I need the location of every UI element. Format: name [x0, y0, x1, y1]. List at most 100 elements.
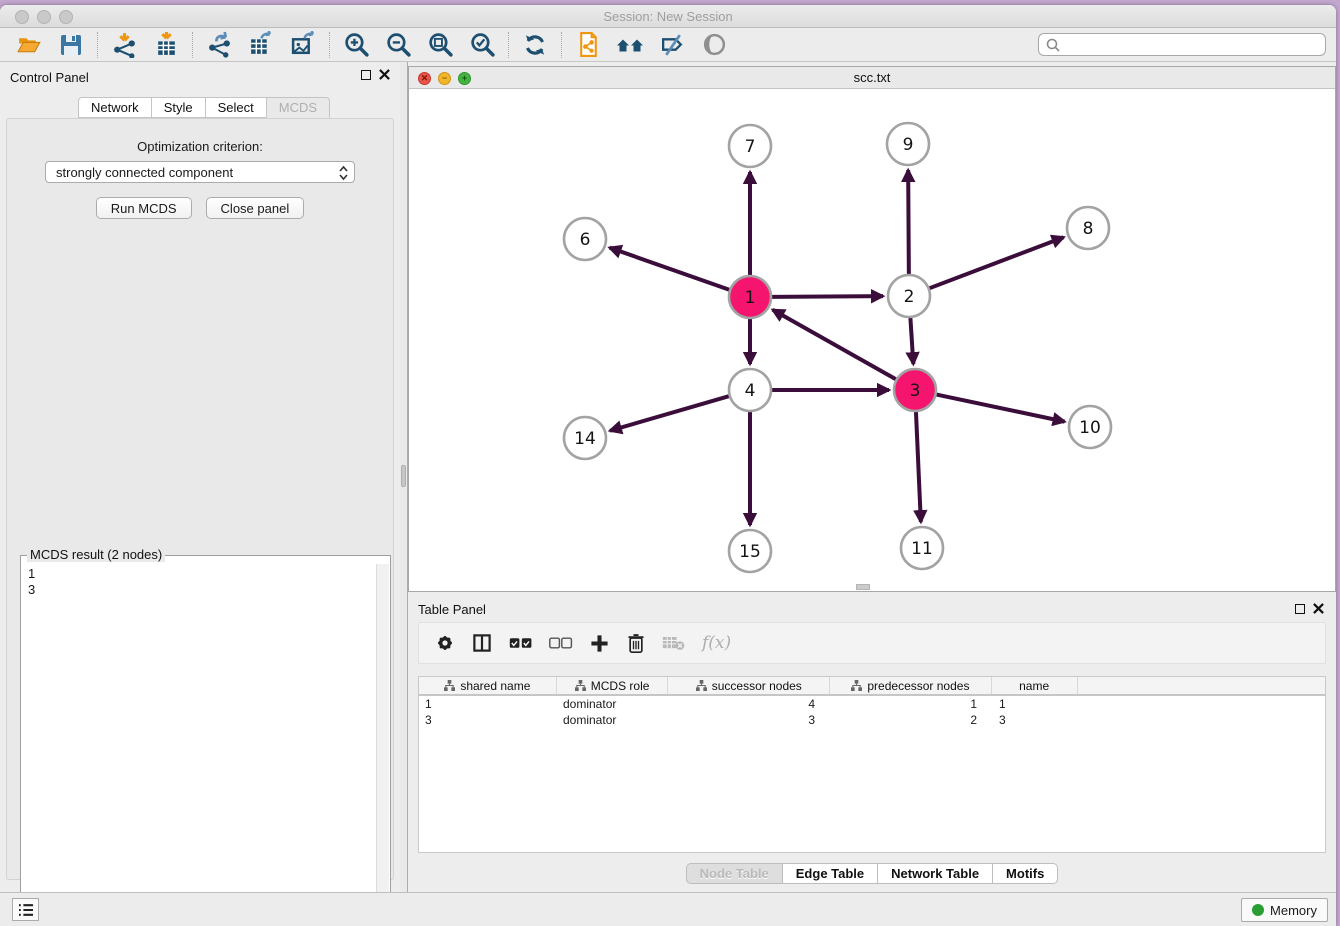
- table-row[interactable]: 3dominator323: [419, 712, 1325, 728]
- network-view-window: ✕ − + scc.txt 7968124314101511: [408, 66, 1336, 592]
- mcds-result-list[interactable]: 13: [22, 564, 376, 925]
- table-cell[interactable]: 3: [993, 712, 1079, 728]
- table-panel-title: Table Panel: [418, 602, 486, 617]
- close-panel-icon[interactable]: [379, 69, 390, 80]
- tab-node-table[interactable]: Node Table: [686, 863, 782, 884]
- column-label: successor nodes: [712, 679, 802, 693]
- tab-network[interactable]: Network: [78, 97, 151, 118]
- zoom-in-button[interactable]: [335, 30, 377, 60]
- new-network-from-selection-button[interactable]: [567, 30, 609, 60]
- divider-handle[interactable]: [401, 465, 406, 487]
- edge-3-11[interactable]: [916, 412, 921, 522]
- panel-divider[interactable]: [400, 62, 408, 892]
- run-mcds-button[interactable]: Run MCDS: [96, 197, 192, 219]
- table-cell[interactable]: 1: [831, 696, 993, 712]
- node-4[interactable]: 4: [729, 369, 771, 411]
- network-resize-handle[interactable]: [856, 584, 870, 590]
- import-table-button[interactable]: [145, 30, 187, 60]
- edge-1-6[interactable]: [610, 248, 730, 290]
- close-table-panel-icon[interactable]: [1313, 603, 1324, 614]
- node-1[interactable]: 1: [729, 276, 771, 318]
- optimization-criterion-select[interactable]: strongly connected component: [45, 161, 355, 183]
- function-builder-button[interactable]: f(x): [702, 633, 731, 653]
- refresh-button[interactable]: [514, 30, 556, 60]
- table-cell[interactable]: 2: [831, 712, 993, 728]
- delete-table-button[interactable]: [662, 634, 686, 652]
- column-header-successor-nodes[interactable]: successor nodes: [668, 677, 830, 694]
- open-session-button[interactable]: [8, 30, 50, 60]
- edge-1-2[interactable]: [772, 296, 883, 297]
- search-input[interactable]: [1061, 34, 1325, 55]
- toggle-view-button[interactable]: [693, 30, 735, 60]
- edge-2-9[interactable]: [908, 170, 909, 274]
- column-header-name[interactable]: name: [992, 677, 1078, 694]
- tab-select[interactable]: Select: [205, 97, 266, 118]
- tab-network-table[interactable]: Network Table: [877, 863, 992, 884]
- export-network-button[interactable]: [198, 30, 240, 60]
- import-network-icon: [111, 31, 138, 58]
- search-box[interactable]: [1038, 33, 1326, 56]
- hide-labels-button[interactable]: [651, 30, 693, 60]
- list-icon: [18, 903, 34, 917]
- export-table-button[interactable]: [240, 30, 282, 60]
- node-table[interactable]: shared nameMCDS role successor nodes prede…: [418, 676, 1326, 853]
- node-6[interactable]: 6: [564, 218, 606, 260]
- toolbar-separator: [508, 32, 509, 58]
- create-column-button[interactable]: [589, 633, 610, 654]
- table-cell[interactable]: 3: [419, 712, 557, 728]
- tab-edge-table[interactable]: Edge Table: [782, 863, 877, 884]
- node-14[interactable]: 14: [564, 417, 606, 459]
- table-settings-button[interactable]: [435, 633, 455, 653]
- edge-2-3[interactable]: [910, 318, 913, 364]
- zoom-selected-button[interactable]: [461, 30, 503, 60]
- edge-3-10[interactable]: [937, 395, 1065, 422]
- table-cell[interactable]: dominator: [557, 712, 669, 728]
- node-8[interactable]: 8: [1067, 207, 1109, 249]
- deselect-all-columns-button[interactable]: [549, 635, 573, 651]
- export-image-icon: [290, 31, 317, 58]
- close-panel-button[interactable]: Close panel: [206, 197, 305, 219]
- show-columns-button[interactable]: [471, 632, 493, 654]
- column-label: predecessor nodes: [867, 679, 969, 693]
- select-all-columns-button[interactable]: [509, 635, 533, 651]
- column-header-predecessor-nodes[interactable]: predecessor nodes: [830, 677, 992, 694]
- save-session-button[interactable]: [50, 30, 92, 60]
- column-header-shared-name[interactable]: shared name: [419, 677, 557, 694]
- float-panel-icon[interactable]: [361, 70, 371, 80]
- zoom-fit-button[interactable]: [419, 30, 461, 60]
- network-canvas[interactable]: 7 9 6 8 1 2 4 3 14 10 15 11: [409, 89, 1335, 591]
- node-9[interactable]: 9: [887, 123, 929, 165]
- node-7[interactable]: 7: [729, 125, 771, 167]
- edge-2-8[interactable]: [930, 237, 1064, 288]
- zoom-selected-icon: [469, 31, 496, 58]
- node-15[interactable]: 15: [729, 530, 771, 572]
- table-cell[interactable]: 1: [419, 696, 557, 712]
- memory-button[interactable]: Memory: [1241, 898, 1328, 922]
- column-header-MCDS-role[interactable]: MCDS role: [557, 677, 669, 694]
- table-cell[interactable]: 4: [669, 696, 831, 712]
- tab-motifs[interactable]: Motifs: [992, 863, 1058, 884]
- edge-4-14[interactable]: [610, 396, 729, 431]
- table-panel: Table Panel: [408, 596, 1336, 892]
- table-cell[interactable]: dominator: [557, 696, 669, 712]
- edge-3-1[interactable]: [773, 310, 896, 379]
- table-cell[interactable]: 1: [993, 696, 1079, 712]
- node-3[interactable]: 3: [894, 369, 936, 411]
- table-row[interactable]: 1dominator411: [419, 696, 1325, 712]
- table-header-row: shared nameMCDS role successor nodes prede…: [419, 677, 1325, 696]
- control-panel: Control Panel NetworkStyleSelectMCDS Opt…: [0, 62, 400, 892]
- first-neighbors-button[interactable]: [609, 30, 651, 60]
- tab-mcds[interactable]: MCDS: [266, 97, 330, 118]
- import-network-button[interactable]: [103, 30, 145, 60]
- tab-style[interactable]: Style: [151, 97, 205, 118]
- table-cell[interactable]: 3: [669, 712, 831, 728]
- delete-column-button[interactable]: [626, 632, 646, 654]
- node-2[interactable]: 2: [888, 275, 930, 317]
- zoom-out-button[interactable]: [377, 30, 419, 60]
- task-history-button[interactable]: [12, 898, 39, 921]
- float-table-panel-icon[interactable]: [1295, 604, 1305, 614]
- export-image-button[interactable]: [282, 30, 324, 60]
- node-10[interactable]: 10: [1069, 406, 1111, 448]
- result-scrollbar[interactable]: [376, 564, 389, 925]
- node-11[interactable]: 11: [901, 527, 943, 569]
